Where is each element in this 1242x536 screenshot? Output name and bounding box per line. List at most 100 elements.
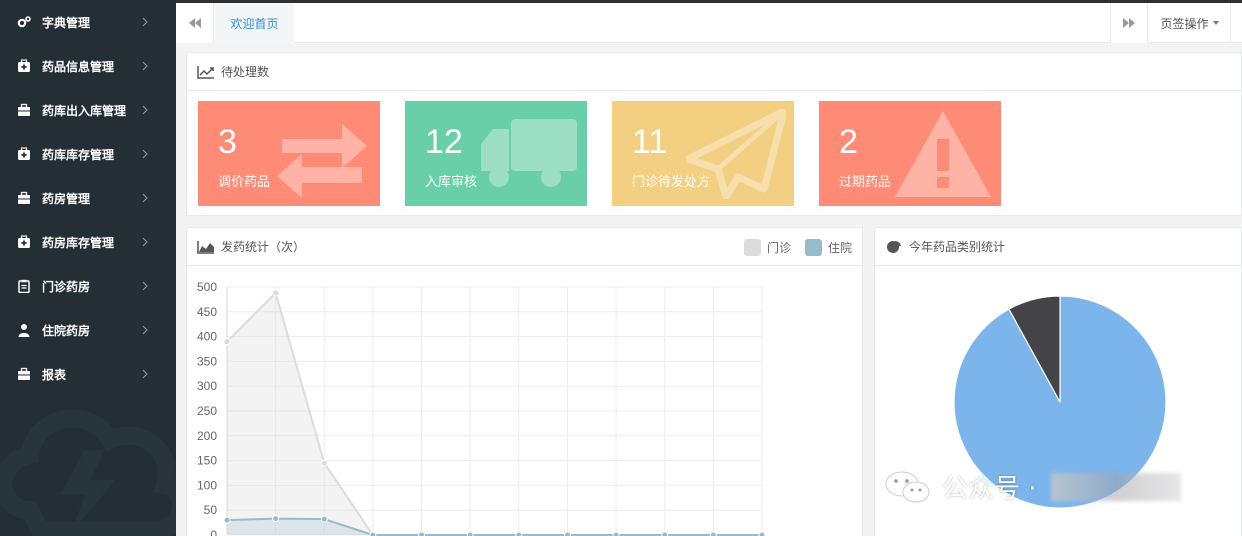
chevron-right-icon <box>141 104 149 116</box>
pending-count: 2 <box>839 123 858 161</box>
series-point-1 <box>563 531 571 536</box>
series-point-0 <box>272 289 280 297</box>
series-point-1 <box>466 531 474 536</box>
pending-panel-header: 待处理数 <box>187 53 1241 91</box>
sidebar-item-6[interactable]: 门诊药房 <box>0 264 176 308</box>
medkit-icon <box>17 235 31 249</box>
series-area-1 <box>227 518 762 535</box>
sidebar-item-4[interactable]: 药房管理 <box>0 176 176 220</box>
pending-label: 门诊待发处方 <box>632 175 711 190</box>
line-chart-area: 0 50 100 150 200 250 300 350 400 450 500 <box>187 267 862 536</box>
dispense-stat-title: 发药统计（次） <box>221 240 306 254</box>
y-tick-label: 350 <box>197 354 217 368</box>
tab-scroll-right-button[interactable] <box>1110 3 1148 43</box>
legend-swatch-outpatient <box>743 238 761 256</box>
sidebar-item-label: 住院药房 <box>42 323 91 338</box>
wechat-watermark: 公众号 · <box>884 468 1181 505</box>
legend-item-inpatient[interactable]: 住院 <box>804 238 852 256</box>
legend-swatch-inpatient <box>804 238 822 256</box>
tab-welcome-home[interactable]: 欢迎首页 <box>215 3 294 43</box>
chevron-right-icon <box>141 280 149 292</box>
briefcase-icon <box>17 103 31 117</box>
chevron-right-icon <box>141 60 149 72</box>
sidebar-item-label: 药库库存管理 <box>42 147 115 162</box>
pending-card-0[interactable]: 3 调价药品 <box>198 101 380 206</box>
series-point-1 <box>369 531 377 536</box>
tab-operations-dropdown[interactable]: 页签操作 <box>1149 3 1231 43</box>
sidebar-item-0[interactable]: 字典管理 <box>0 0 176 44</box>
medkit-icon <box>17 59 31 73</box>
sidebar-item-label: 药品信息管理 <box>42 59 115 74</box>
warning-icon <box>893 109 993 199</box>
backward-icon <box>188 18 201 28</box>
series-point-1 <box>515 531 523 536</box>
watermark-text: 公众号 · <box>942 474 1037 504</box>
chevron-right-icon <box>141 236 149 248</box>
tab-operations-label: 页签操作 <box>1160 16 1209 31</box>
y-tick-label: 500 <box>197 280 217 294</box>
chevron-right-icon <box>141 368 149 380</box>
sidebar-item-label: 药房管理 <box>42 191 91 206</box>
pending-count: 12 <box>425 123 463 161</box>
sidebar-item-label: 药房库存管理 <box>42 235 115 250</box>
pending-label: 过期药品 <box>839 175 892 190</box>
pending-label: 调价药品 <box>218 175 271 190</box>
y-tick-label: 50 <box>204 503 218 517</box>
sidebar: 字典管理药品信息管理药库出入库管理药库库存管理 药房管理药房库存管理 门诊药房住院药… <box>0 0 176 536</box>
series-point-1 <box>758 531 766 536</box>
pending-card-3[interactable]: 2 过期药品 <box>819 101 1001 206</box>
user-md-icon <box>17 323 31 337</box>
briefcase-icon <box>17 191 31 205</box>
pending-label: 入库审核 <box>425 175 478 190</box>
area-chart-icon <box>197 240 215 254</box>
chevron-right-icon <box>141 192 149 204</box>
sidebar-item-7[interactable]: 住院药房 <box>0 308 176 352</box>
sidebar-item-label: 门诊药房 <box>42 279 91 294</box>
series-point-0 <box>320 459 328 467</box>
y-tick-label: 250 <box>197 404 217 418</box>
series-point-1 <box>612 531 620 536</box>
watermark-blurred-name <box>1050 472 1181 501</box>
sidebar-item-label: 报表 <box>42 367 67 382</box>
series-point-1 <box>418 531 426 536</box>
chevron-right-icon <box>141 16 149 28</box>
pending-card-2[interactable]: 11 门诊待发处方 <box>612 101 794 206</box>
series-point-1 <box>709 531 717 536</box>
clipboard-icon <box>17 279 31 293</box>
sidebar-item-label: 字典管理 <box>42 15 91 30</box>
dispense-stat-header: 发药统计（次） 门诊 住院 <box>187 228 862 266</box>
wechat-icon <box>885 471 930 502</box>
series-point-1 <box>320 515 328 523</box>
y-tick-label: 0 <box>210 528 217 536</box>
chart-legend: 门诊 住院 <box>736 228 852 266</box>
y-tick-label: 450 <box>197 305 217 319</box>
sidebar-item-8[interactable]: 报表 <box>0 352 176 396</box>
chevron-right-icon <box>141 324 149 336</box>
legend-label-outpatient: 门诊 <box>766 240 791 255</box>
pending-count: 3 <box>218 123 237 161</box>
y-tick-label: 150 <box>197 454 217 468</box>
pending-panel: 待处理数 3 调价药品 12 入库审核 11 门诊待发处方 2 过期药品 <box>186 52 1242 216</box>
truck-icon <box>479 109 579 199</box>
series-point-1 <box>661 531 669 536</box>
medkit-icon <box>17 147 31 161</box>
pending-card-1[interactable]: 12 入库审核 <box>405 101 587 206</box>
caret-down-icon <box>1212 21 1219 25</box>
sidebar-item-2[interactable]: 药库出入库管理 <box>0 88 176 132</box>
pending-count: 11 <box>632 123 668 161</box>
pending-panel-title: 待处理数 <box>221 65 270 79</box>
category-stat-header: 今年药品类别统计 <box>875 228 1241 266</box>
sidebar-item-3[interactable]: 药库库存管理 <box>0 132 176 176</box>
sidebar-item-5[interactable]: 药房库存管理 <box>0 220 176 264</box>
line-chart: 0 50 100 150 200 250 300 350 400 450 500 <box>197 280 766 536</box>
sidebar-item-1[interactable]: 药品信息管理 <box>0 44 176 88</box>
briefcase-icon <box>17 367 31 381</box>
legend-item-outpatient[interactable]: 门诊 <box>743 238 791 256</box>
forward-icon <box>1123 18 1135 28</box>
tab-scroll-left-button[interactable] <box>176 3 214 43</box>
exchange-icon <box>272 109 372 199</box>
y-tick-label: 100 <box>197 478 217 492</box>
series-area-0 <box>227 292 762 535</box>
dispense-stat-panel: 发药统计（次） 门诊 住院 0 50 100 150 200 250 300 350 400 45… <box>186 227 863 536</box>
y-tick-label: 200 <box>197 429 217 443</box>
